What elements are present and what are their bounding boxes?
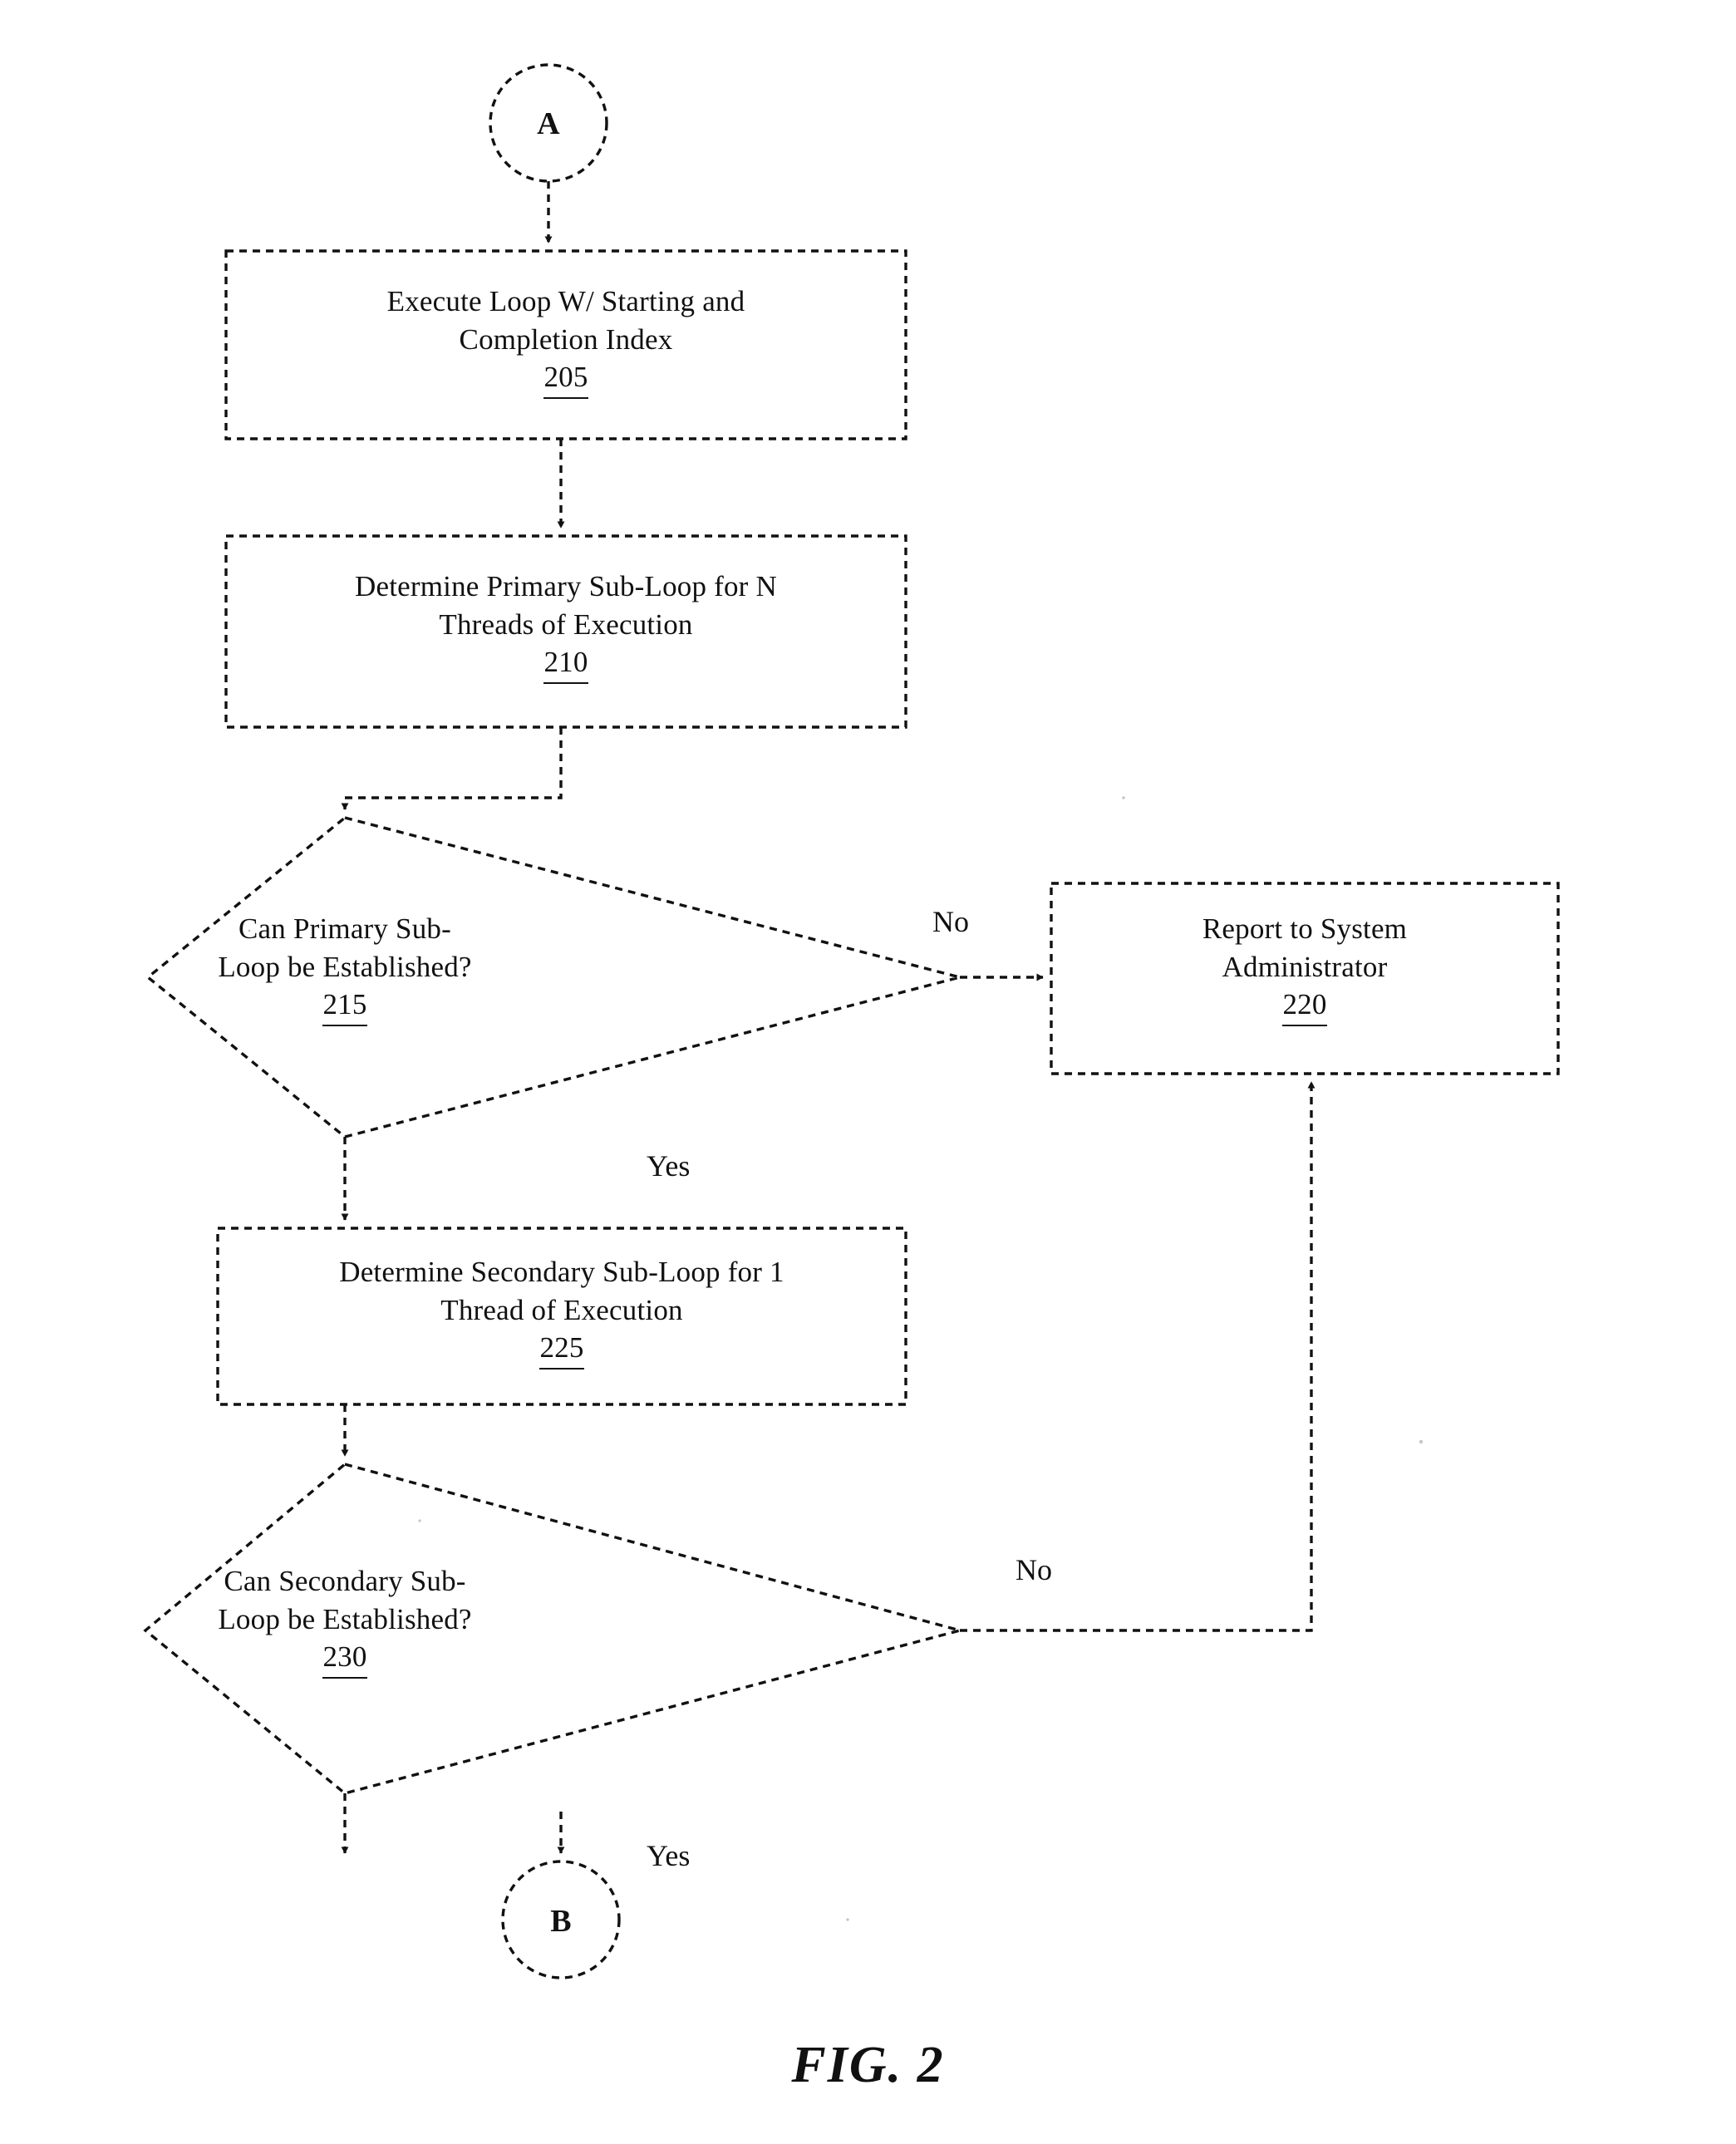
edge-210-to-215 xyxy=(341,727,563,810)
edge-label-no-primary: No xyxy=(932,905,969,938)
decision-diamond-230 xyxy=(143,1463,966,1795)
connector-circle-a xyxy=(489,63,608,183)
edge-230-to-220-no xyxy=(960,1081,1316,1632)
scan-speckles xyxy=(248,796,1424,1921)
process-box-205 xyxy=(224,249,907,440)
figure-caption: FIG. 2 xyxy=(791,2037,945,2093)
flowchart-canvas xyxy=(143,63,1560,1979)
decision-diamond-215 xyxy=(145,816,966,1138)
patent-figure-sheet: A Execute Loop W/ Starting and Completio… xyxy=(0,0,1736,2144)
edge-label-no-secondary: No xyxy=(1016,1553,1052,1586)
edge-label-yes-primary: Yes xyxy=(647,1149,691,1183)
connector-circle-b xyxy=(501,1860,621,1979)
process-box-210 xyxy=(224,534,907,729)
process-box-225 xyxy=(216,1227,907,1406)
edge-label-yes-secondary: Yes xyxy=(647,1839,691,1872)
process-box-220 xyxy=(1050,882,1560,1075)
